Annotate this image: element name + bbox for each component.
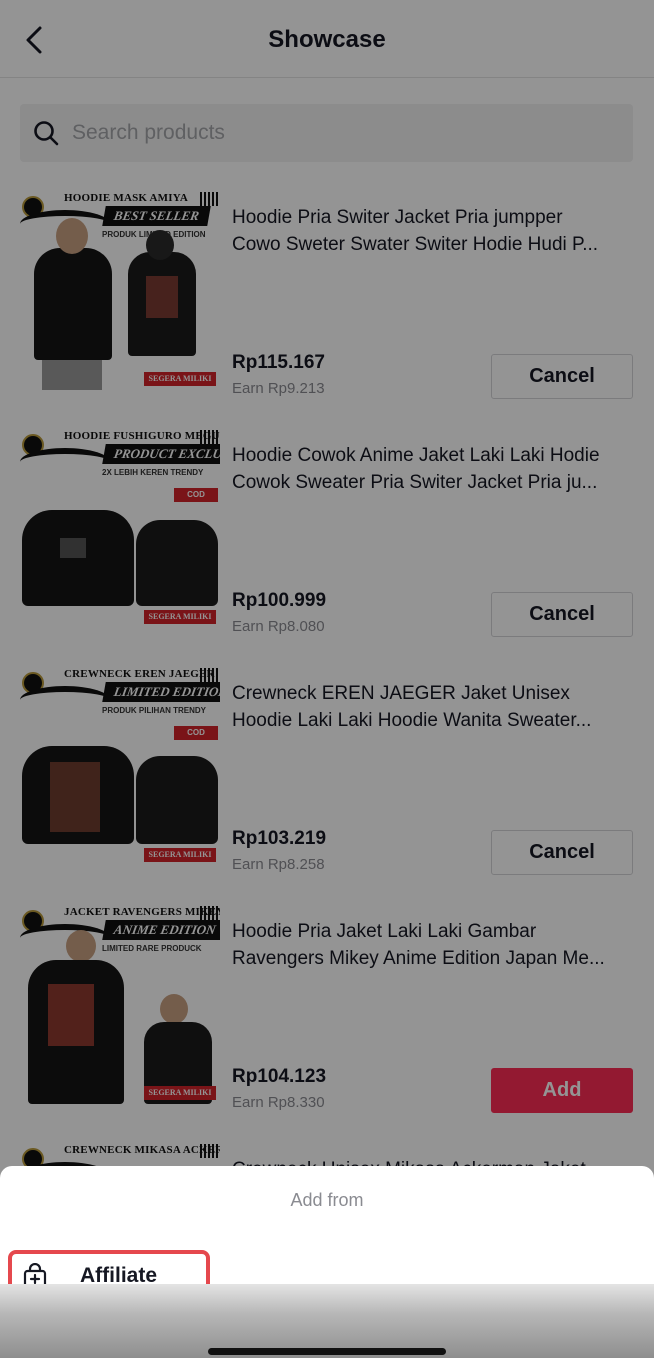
sweater-back-graphic xyxy=(136,756,218,844)
image-footer-tag: SEGERA MILIKI xyxy=(144,848,216,862)
image-subtitle-text: PRODUK PILIHAN TRENDY xyxy=(102,706,207,715)
product-price: Rp115.167 xyxy=(232,352,325,373)
search-bar[interactable] xyxy=(20,104,633,162)
barcode-graphic xyxy=(200,906,220,920)
print-art-graphic xyxy=(48,984,94,1046)
search-input[interactable] xyxy=(72,121,592,145)
barcode-graphic xyxy=(200,668,220,682)
image-subtitle-text: LIMITED RARE PRODUCK xyxy=(102,944,202,953)
sheet-title: Add from xyxy=(290,1190,364,1210)
image-banner-text: CREWNECK EREN JAEGER xyxy=(64,668,215,680)
cod-badge: COD xyxy=(174,726,218,740)
home-indicator[interactable] xyxy=(208,1348,446,1355)
image-subtitle-text: 2X LEBIH KEREN TRENDY xyxy=(102,468,204,477)
image-banner-text: HOODIE MASK AMIYA xyxy=(64,192,189,204)
product-title[interactable]: Hoodie Pria Jaket Laki Laki Gambar Raven… xyxy=(232,918,634,972)
image-tag-text: ANIME EDITION xyxy=(102,920,220,940)
image-banner-text: HOODIE FUSHIGURO MEGUMI xyxy=(64,430,220,442)
barcode-graphic xyxy=(200,430,220,444)
product-item[interactable]: CREWNECK EREN JAEGER LIMITED EDITION PRO… xyxy=(0,666,654,904)
cancel-button[interactable]: Cancel xyxy=(491,830,633,875)
product-image[interactable]: JACKET RAVENGERS MIKEY ANIME EDITION LIM… xyxy=(20,904,220,1104)
header: Showcase xyxy=(0,0,654,78)
product-image[interactable]: HOODIE FUSHIGURO MEGUMI PRODUCT EXCLUSIV… xyxy=(20,428,220,628)
product-title[interactable]: Hoodie Cowok Anime Jaket Laki Laki Hodie… xyxy=(232,442,634,496)
model-head-graphic xyxy=(56,218,88,254)
product-earn: Earn Rp9.213 xyxy=(232,380,325,397)
image-tag-text: LIMITED EDITION xyxy=(102,682,220,702)
barcode-graphic xyxy=(200,1144,220,1158)
search-icon xyxy=(32,119,60,147)
image-tag-text: BEST SELLER xyxy=(102,206,211,226)
product-price: Rp104.123 xyxy=(232,1066,327,1087)
cancel-button[interactable]: Cancel xyxy=(491,354,633,399)
image-footer-tag: SEGERA MILIKI xyxy=(144,372,216,386)
print-art-graphic xyxy=(50,762,100,832)
print-art-graphic xyxy=(60,538,86,558)
product-earn: Earn Rp8.330 xyxy=(232,1094,325,1111)
image-banner-text: CREWNECK MIKASA ACKERMAN xyxy=(64,1144,220,1156)
brush-stroke-graphic xyxy=(20,924,110,952)
product-price: Rp100.999 xyxy=(232,590,327,611)
sweater-front-graphic xyxy=(22,510,134,606)
product-image[interactable]: HOODIE MASK AMIYA BEST SELLER PRODUK LIM… xyxy=(20,190,220,390)
model-head-back-graphic xyxy=(146,230,174,260)
product-image[interactable]: CREWNECK EREN JAEGER LIMITED EDITION PRO… xyxy=(20,666,220,866)
product-earn: Earn Rp8.080 xyxy=(232,618,325,635)
product-item[interactable]: HOODIE MASK AMIYA BEST SELLER PRODUK LIM… xyxy=(0,190,654,428)
model-head-graphic xyxy=(66,930,96,962)
system-gesture-area xyxy=(0,1284,654,1358)
brush-stroke-graphic xyxy=(20,448,110,476)
page-title: Showcase xyxy=(268,26,386,53)
barcode-graphic xyxy=(200,192,220,206)
product-title[interactable]: Crewneck EREN JAEGER Jaket Unisex Hoodie… xyxy=(232,680,634,734)
model-pants-graphic xyxy=(42,360,102,390)
image-footer-tag: SEGERA MILIKI xyxy=(144,1086,216,1100)
cancel-button[interactable]: Cancel xyxy=(491,592,633,637)
showcase-screen: Showcase HOODIE MASK AMIYA BEST SELLER P… xyxy=(0,0,654,1358)
sweater-back-graphic xyxy=(136,520,218,606)
product-item[interactable]: HOODIE FUSHIGURO MEGUMI PRODUCT EXCLUSIV… xyxy=(0,428,654,666)
hoodie-front-graphic xyxy=(34,248,112,360)
image-banner-text: JACKET RAVENGERS MIKEY xyxy=(64,906,220,918)
product-earn: Earn Rp8.258 xyxy=(232,856,325,873)
brush-stroke-graphic xyxy=(20,686,110,714)
print-art-graphic xyxy=(146,276,178,318)
product-price: Rp103.219 xyxy=(232,828,327,849)
product-item[interactable]: JACKET RAVENGERS MIKEY ANIME EDITION LIM… xyxy=(0,904,654,1142)
image-footer-tag: SEGERA MILIKI xyxy=(144,610,216,624)
cod-badge: COD xyxy=(174,488,218,502)
product-title[interactable]: Hoodie Pria Switer Jacket Pria jumpper C… xyxy=(232,204,634,258)
model-head-graphic xyxy=(160,994,188,1024)
image-tag-text: PRODUCT EXCLUSIVE xyxy=(102,444,220,464)
add-button[interactable]: Add xyxy=(491,1068,633,1113)
